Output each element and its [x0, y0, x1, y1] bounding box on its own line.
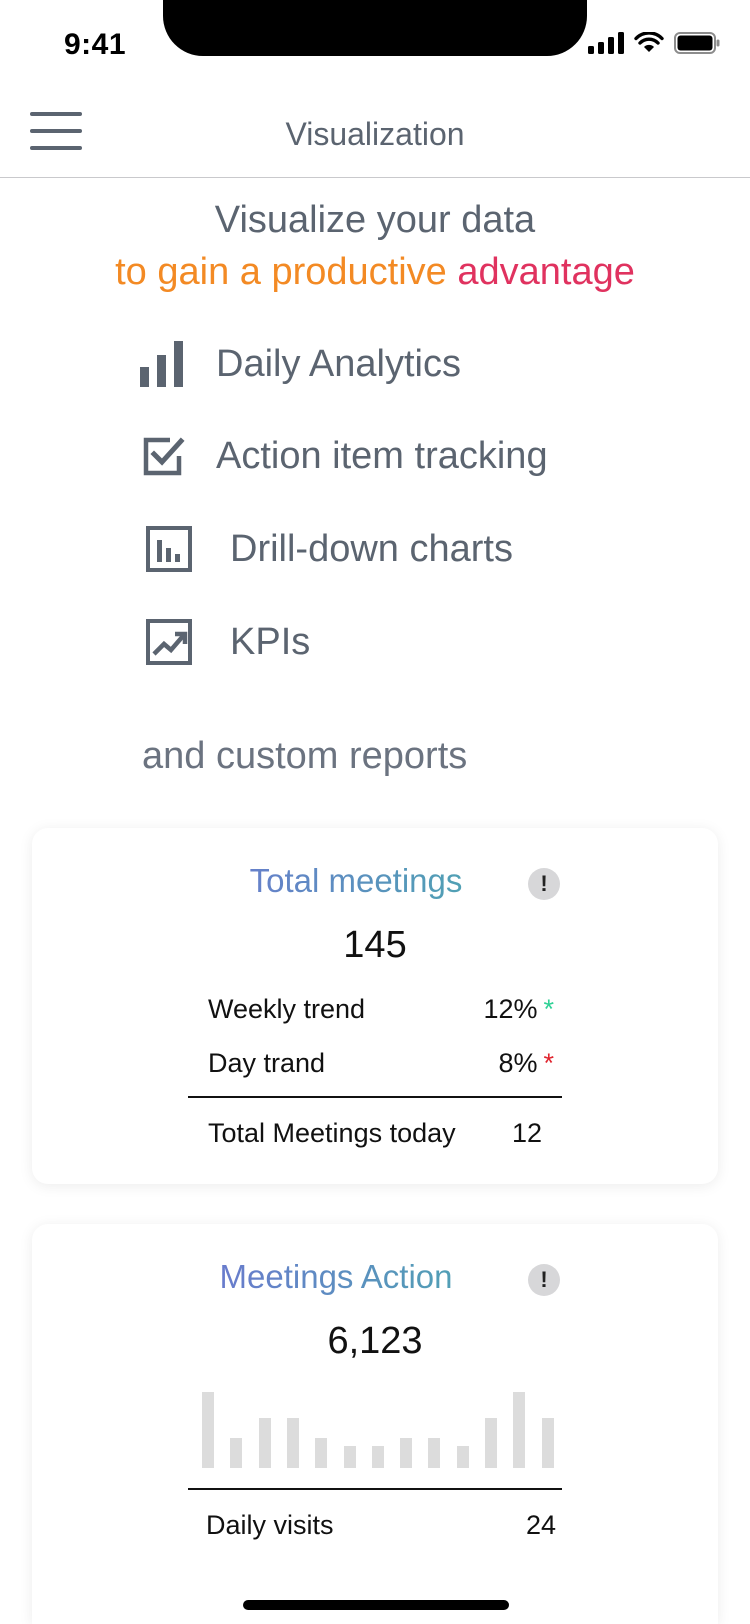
chart-bar: [259, 1418, 271, 1468]
chart-box-icon: [146, 526, 192, 572]
chart-bar: [428, 1438, 440, 1468]
meetings-action-card[interactable]: Meetings Action ! 6,123 Daily visits 24: [32, 1224, 718, 1624]
cellular-signal-icon: [588, 32, 624, 54]
row-value-wrap: 12% *: [483, 994, 554, 1025]
feature-daily-analytics: Daily Analytics: [140, 334, 461, 394]
page: 9:41 Visualization Visualize your data t…: [0, 0, 750, 1624]
feature-label: KPIs: [230, 620, 311, 663]
info-icon[interactable]: !: [528, 868, 560, 900]
hero-line-2: to gain a productive advantage: [0, 244, 750, 300]
row-value: 12: [511, 1118, 542, 1148]
total-meetings-value: 145: [343, 924, 407, 966]
chart-bar: [513, 1392, 525, 1468]
card-title: Total meetings: [32, 862, 718, 900]
day-trend-row: Day trand 8% *: [208, 1048, 554, 1079]
trend-up-marker: *: [543, 994, 554, 1024]
meetings-action-value: 6,123: [327, 1320, 423, 1362]
row-value: 8%: [498, 1048, 538, 1078]
row-value: 12%: [483, 994, 538, 1024]
feature-action-item-tracking: Action item tracking: [140, 426, 548, 486]
row-label: Total Meetings today: [208, 1118, 456, 1148]
trend-down-marker: *: [543, 1048, 554, 1078]
chart-bar: [400, 1438, 412, 1468]
trending-up-icon: [146, 619, 192, 665]
daily-visits-row: Daily visits 24: [206, 1510, 556, 1541]
row-value: 24: [525, 1510, 556, 1540]
navigation-bar: Visualization: [0, 92, 750, 178]
hero-highlight-pink: advantage: [457, 251, 635, 293]
chart-bar: [202, 1392, 214, 1468]
row-label: Weekly trend: [208, 994, 366, 1024]
feature-label: Daily Analytics: [216, 342, 461, 385]
checkbox-icon: [143, 437, 185, 476]
feature-drill-down-charts: Drill-down charts: [140, 519, 513, 579]
wifi-icon: [634, 32, 664, 52]
bar-chart-icon: [140, 341, 183, 387]
info-icon[interactable]: !: [528, 1264, 560, 1296]
page-title: Visualization: [285, 116, 465, 152]
total-meetings-today-row: Total Meetings today 12: [208, 1118, 542, 1149]
device-notch: [163, 0, 587, 56]
hero-line-1: Visualize your data: [214, 199, 536, 241]
row-label: Daily visits: [206, 1510, 334, 1540]
mini-bar-chart: [202, 1392, 554, 1468]
chart-bar: [372, 1446, 384, 1468]
status-icons: [588, 32, 720, 54]
card-divider: [188, 1488, 562, 1490]
chart-bar: [457, 1446, 469, 1468]
hero-heading: Visualize your data to gain a productive…: [0, 196, 750, 300]
row-value-wrap: 8% *: [498, 1048, 554, 1079]
total-meetings-card[interactable]: Total meetings ! 145 Weekly trend 12% * D…: [32, 828, 718, 1184]
battery-icon: [674, 32, 720, 54]
feature-label: Drill-down charts: [230, 527, 513, 570]
weekly-trend-row: Weekly trend 12% *: [208, 994, 554, 1025]
card-title: Meetings Action: [32, 1258, 718, 1296]
feature-kpis: KPIs: [140, 612, 310, 672]
status-time: 9:41: [64, 28, 127, 61]
chart-bar: [542, 1418, 554, 1468]
feature-label: Action item tracking: [216, 434, 548, 477]
hero-highlight-orange: to gain a productive: [115, 251, 447, 293]
chart-bar: [485, 1418, 497, 1468]
home-indicator[interactable]: [243, 1600, 509, 1610]
chart-bar: [315, 1438, 327, 1468]
chart-bar: [344, 1446, 356, 1468]
card-divider: [188, 1096, 562, 1098]
row-label: Day trand: [208, 1048, 326, 1078]
chart-bar: [287, 1418, 299, 1468]
chart-bar: [230, 1438, 242, 1468]
custom-reports-text: and custom reports: [142, 735, 468, 777]
status-bar: 9:41: [0, 0, 750, 90]
